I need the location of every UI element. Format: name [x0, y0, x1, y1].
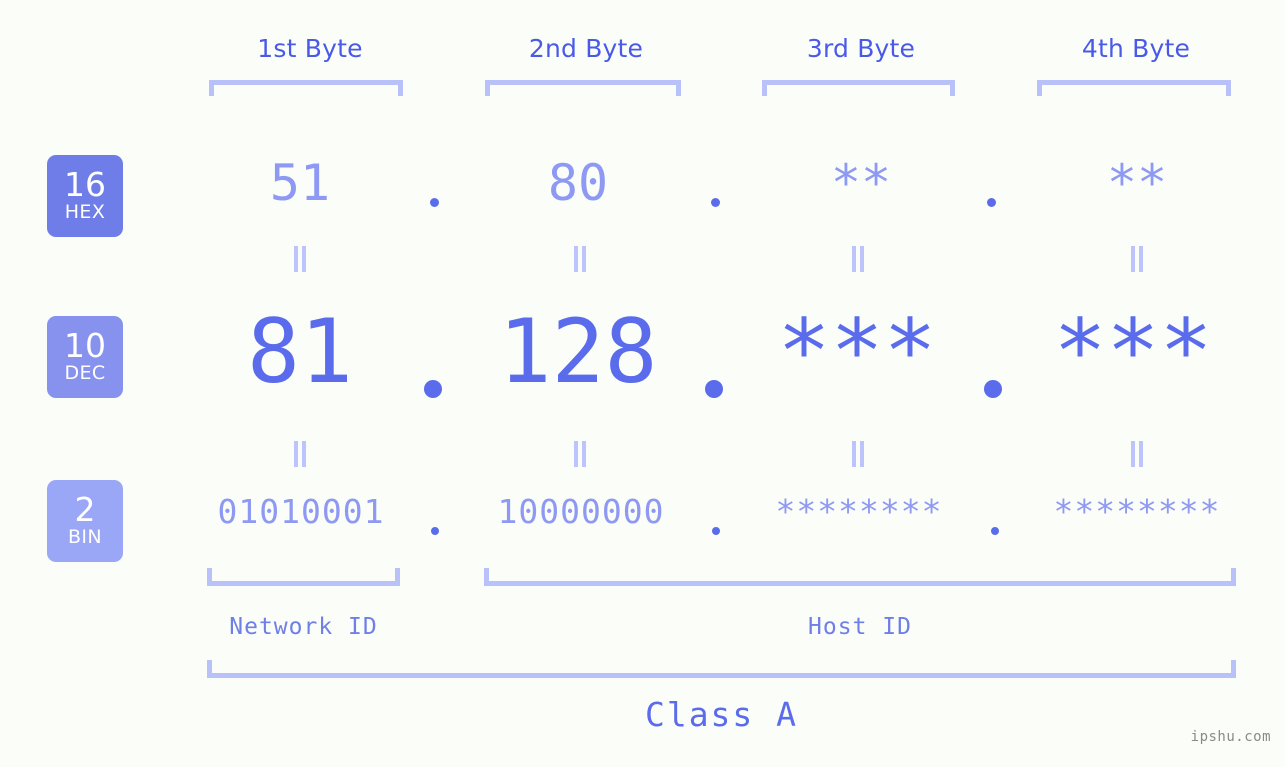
bin-dot-separator-3 — [991, 527, 999, 535]
byte-header-label-1: 1st Byte — [257, 34, 363, 63]
byte-bracket-4 — [1037, 80, 1231, 96]
equality-mark-icon — [1131, 246, 1145, 272]
base-badge-hex-name: HEX — [64, 201, 106, 223]
dec-byte-value-2: 128 — [498, 300, 658, 403]
dec-byte-value-1: 81 — [247, 300, 353, 403]
hex-dot-separator-3 — [987, 198, 996, 207]
hex-byte-value-1: 51 — [269, 154, 331, 212]
equality-mark-icon — [574, 441, 588, 467]
byte-bracket-1 — [209, 80, 403, 96]
base-badge-bin-number: 2 — [74, 490, 96, 529]
hex-dot-separator-2 — [711, 198, 720, 207]
hex-byte-value-2: 80 — [547, 154, 609, 212]
class-bracket — [207, 660, 1236, 678]
byte-header-label-2: 2nd Byte — [528, 34, 644, 63]
base-badge-dec-number: 10 — [64, 326, 106, 365]
dec-byte-value-3: *** — [777, 300, 937, 403]
bin-dot-separator-2 — [712, 527, 720, 535]
host-id-bracket — [484, 568, 1236, 586]
equality-mark-icon — [294, 246, 308, 272]
byte-header-label-4: 4th Byte — [1081, 34, 1191, 63]
hex-dot-separator-1 — [430, 198, 439, 207]
site-watermark: ipshu.com — [1190, 729, 1271, 745]
ip-address-breakdown-diagram: 1st Byte 2nd Byte 3rd Byte 4th Byte 16 H… — [0, 0, 1285, 767]
equality-mark-icon — [852, 441, 866, 467]
equality-mark-icon — [1131, 441, 1145, 467]
bin-byte-value-2: 10000000 — [497, 492, 665, 531]
dec-dot-separator-1 — [424, 380, 442, 398]
bin-dot-separator-1 — [431, 527, 439, 535]
class-label: Class A — [644, 695, 799, 734]
network-id-bracket — [207, 568, 400, 586]
equality-mark-icon — [294, 441, 308, 467]
byte-bracket-3 — [762, 80, 955, 96]
base-badge-hex-number: 16 — [64, 165, 106, 204]
host-id-label: Host ID — [808, 614, 912, 640]
equality-mark-icon — [574, 246, 588, 272]
hex-byte-value-4: ** — [1106, 154, 1168, 212]
bin-byte-value-1: 01010001 — [217, 492, 385, 531]
bin-byte-value-4: ******** — [1053, 492, 1221, 531]
hex-byte-value-3: ** — [830, 154, 892, 212]
dec-dot-separator-3 — [984, 380, 1002, 398]
equality-mark-icon — [852, 246, 866, 272]
byte-header-label-3: 3rd Byte — [806, 34, 916, 63]
byte-bracket-2 — [485, 80, 681, 96]
base-badge-dec: 10 DEC — [47, 316, 123, 398]
dec-dot-separator-2 — [705, 380, 723, 398]
base-badge-bin-name: BIN — [67, 526, 103, 548]
base-badge-dec-name: DEC — [64, 362, 106, 384]
bin-byte-value-3: ******** — [775, 492, 943, 531]
dec-byte-value-4: *** — [1053, 300, 1213, 403]
base-badge-bin: 2 BIN — [47, 480, 123, 562]
base-badge-hex: 16 HEX — [47, 155, 123, 237]
network-id-label: Network ID — [229, 614, 378, 640]
